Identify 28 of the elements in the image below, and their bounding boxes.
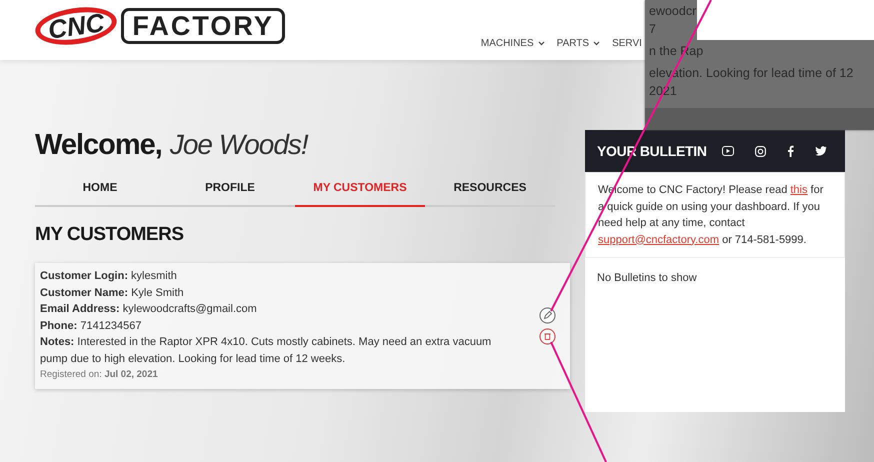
nav-link[interactable]: SERVI: [606, 36, 648, 51]
tab[interactable]: MY CUSTOMERS: [295, 174, 425, 207]
delete-icon[interactable]: [539, 328, 556, 346]
empty-message: No Bulletins to show: [597, 272, 697, 284]
welcome-heading: Welcome,: [35, 128, 162, 163]
user-name: Joe Woods!: [170, 128, 308, 162]
section-title: MY CUSTOMERS: [35, 222, 184, 247]
play-icon[interactable]: [722, 146, 734, 156]
magnified-text: ewoodcr: [648, 3, 698, 20]
tab[interactable]: RESOURCES: [425, 174, 555, 207]
logo-wordmark[interactable]: FACTORY: [121, 8, 285, 44]
magnified-text: 7: [648, 21, 657, 38]
customer-field: Phone: 7141234567: [40, 318, 510, 334]
registered-date: Registered on: Jul 02, 2021: [40, 368, 159, 382]
bird-icon[interactable]: [815, 146, 827, 156]
customer-field: Notes: Interested in the Raptor XPR 4x10. Cuts mostly cabinets. May need an extra vacuum pump due to high elevation. Looking for lead time of 12 weeks.: [40, 334, 510, 368]
camera-icon[interactable]: [755, 146, 766, 156]
letter-f-icon[interactable]: [787, 145, 794, 157]
link[interactable]: this: [790, 184, 808, 196]
nav-link[interactable]: MACHINES: [474, 36, 551, 51]
link[interactable]: support@cncfactory.com: [598, 234, 720, 246]
customer-field: Email Address: kylewoodcrafts@gmail.com: [40, 301, 510, 318]
tab[interactable]: PROFILE: [165, 174, 295, 207]
edit-icon[interactable]: [539, 307, 556, 324]
customer-field: Customer Name: Kyle Smith: [40, 284, 510, 302]
nav-link[interactable]: PARTS: [550, 36, 606, 51]
customer-field: Customer Login: kylesmith: [40, 268, 510, 285]
tab[interactable]: HOME: [35, 174, 165, 207]
